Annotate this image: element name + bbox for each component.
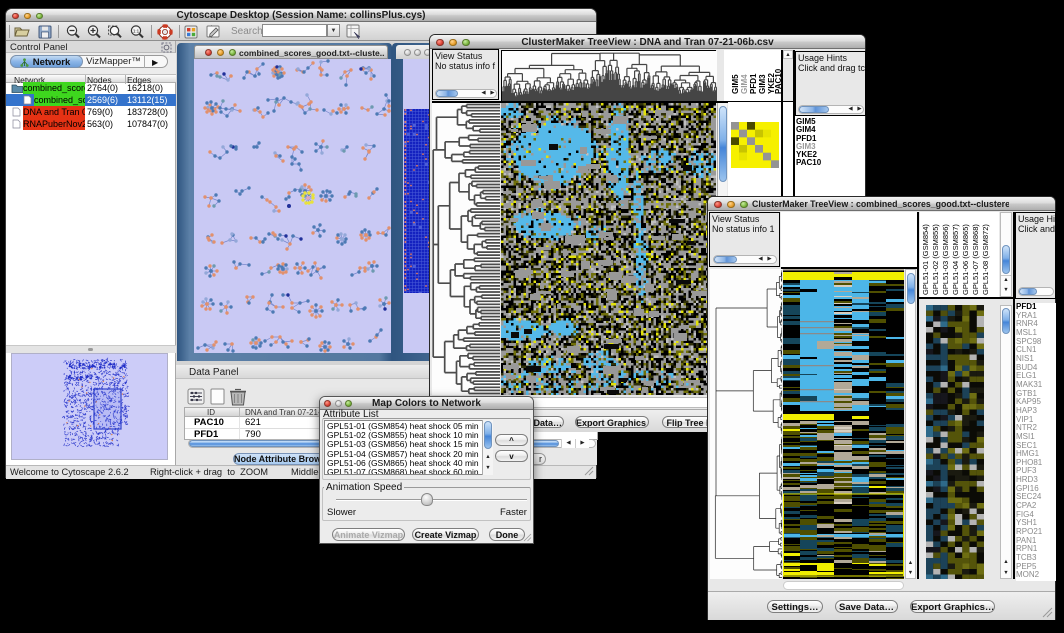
svg-text:1:1: 1:1 [133,29,140,34]
